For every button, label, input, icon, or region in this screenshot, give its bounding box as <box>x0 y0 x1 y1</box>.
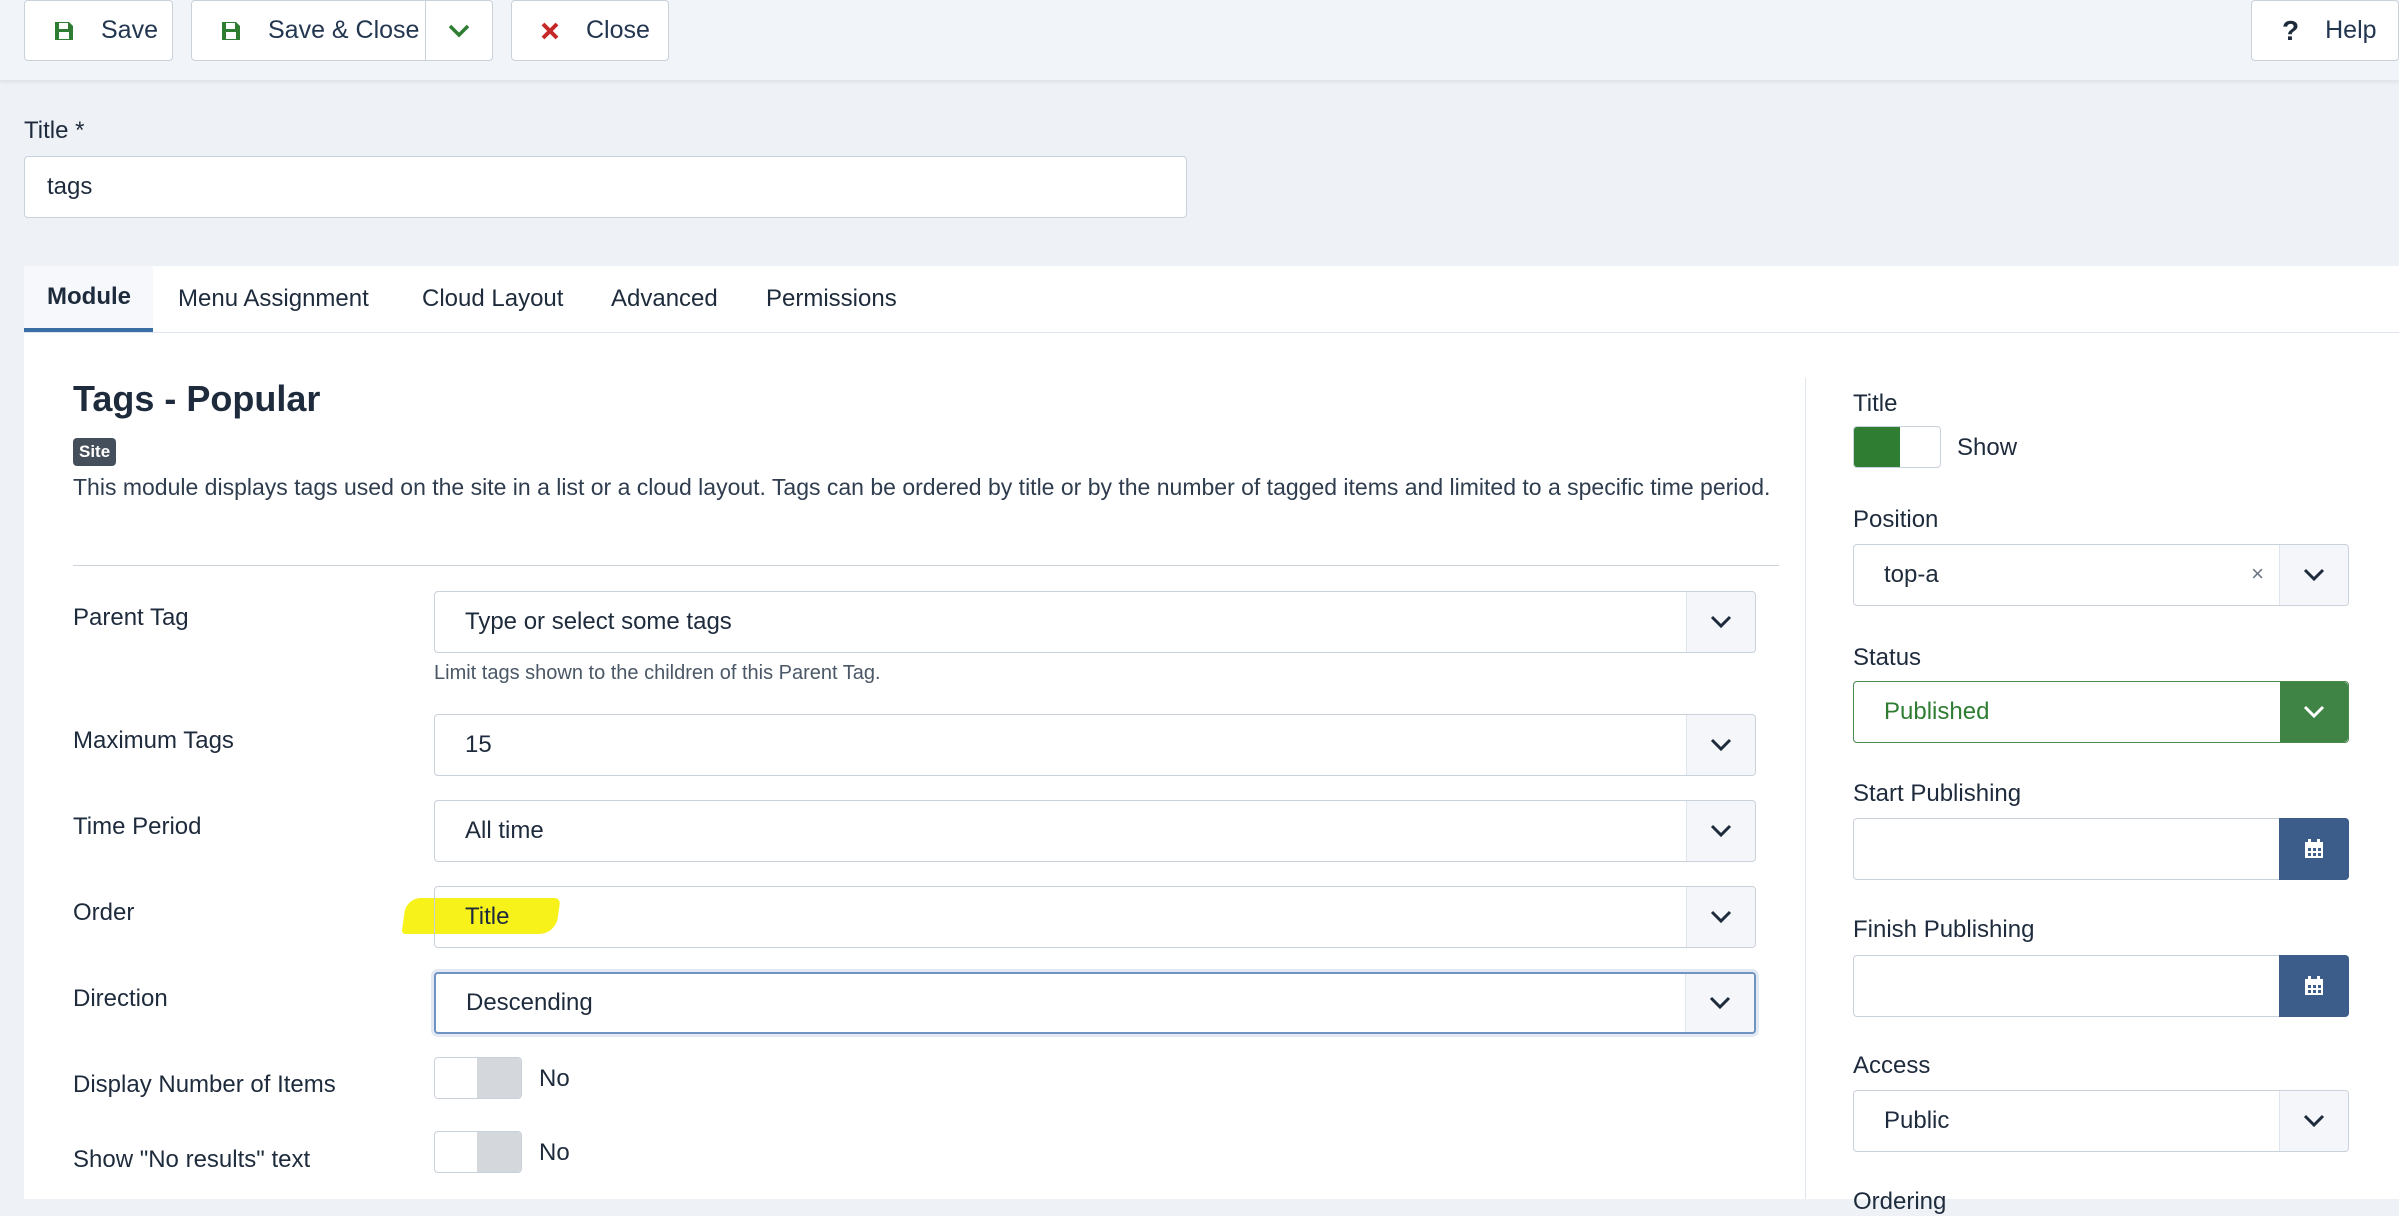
status-select[interactable]: Published <box>1853 681 2349 743</box>
save-close-button[interactable]: Save & Close <box>191 0 493 61</box>
position-label: Position <box>1853 506 1939 533</box>
access-value: Public <box>1884 1107 1950 1134</box>
calendar-icon[interactable] <box>2279 955 2349 1017</box>
toggle-knob <box>1854 427 1900 467</box>
tab-menu-assignment[interactable]: Menu Assignment <box>178 266 369 332</box>
save-icon <box>53 20 75 42</box>
order-value: Title <box>465 903 510 930</box>
position-select[interactable]: top-a × <box>1853 544 2349 606</box>
maximum-tags-value: 15 <box>465 731 492 758</box>
title-label: Title * <box>24 117 85 144</box>
time-period-value: All time <box>465 817 544 844</box>
chevron-down-icon <box>448 24 470 37</box>
finish-publishing-input[interactable] <box>1853 955 2349 1017</box>
parent-tag-label: Parent Tag <box>73 604 189 631</box>
status-value: Published <box>1884 698 1990 725</box>
order-select[interactable]: Title <box>434 886 1756 948</box>
tab-bar: Module Menu Assignment Cloud Layout Adva… <box>24 266 2399 333</box>
close-label: Close <box>586 16 650 44</box>
chevron-down-icon[interactable] <box>1686 887 1755 947</box>
tab-module[interactable]: Module <box>24 266 153 332</box>
access-label: Access <box>1853 1052 1931 1079</box>
save-options-dropdown[interactable] <box>426 1 492 60</box>
tab-advanced[interactable]: Advanced <box>611 266 718 332</box>
order-label: Order <box>73 899 135 926</box>
parent-tag-placeholder: Type or select some tags <box>465 608 732 635</box>
help-icon: ? <box>2282 14 2300 46</box>
parent-tag-hint: Limit tags shown to the children of this… <box>434 662 881 684</box>
chevron-down-icon[interactable] <box>1686 801 1755 861</box>
sidebar-divider <box>1805 378 1806 1199</box>
direction-label: Direction <box>73 985 168 1012</box>
show-title-state: Show <box>1957 434 2018 461</box>
start-publishing-input[interactable] <box>1853 818 2349 880</box>
display-number-label: Display Number of Items <box>73 1071 336 1098</box>
no-results-state: No <box>539 1139 570 1166</box>
chevron-down-icon[interactable] <box>1685 974 1754 1032</box>
save-label: Save <box>101 16 158 44</box>
toggle-knob <box>477 1058 521 1098</box>
start-publishing-label: Start Publishing <box>1853 780 2022 807</box>
save-icon <box>220 20 242 42</box>
tab-permissions[interactable]: Permissions <box>766 266 897 332</box>
toolbar: Save Save & Close Close ? Help <box>0 0 2399 81</box>
save-close-label: Save & Close <box>268 16 420 44</box>
divider <box>73 565 1779 566</box>
status-label: Status <box>1853 644 1922 671</box>
ordering-label: Ordering <box>1853 1188 1947 1215</box>
help-button[interactable]: ? Help <box>2251 0 2399 61</box>
chevron-down-icon[interactable] <box>2279 1091 2348 1151</box>
parent-tag-select[interactable]: Type or select some tags <box>434 591 1756 653</box>
position-value: top-a <box>1884 561 1939 588</box>
chevron-down-icon[interactable] <box>2280 682 2348 742</box>
access-select[interactable]: Public <box>1853 1090 2349 1152</box>
site-badge: Site <box>73 438 117 466</box>
direction-value: Descending <box>466 989 593 1016</box>
no-results-label: Show "No results" text <box>73 1146 311 1173</box>
maximum-tags-select[interactable]: 15 <box>434 714 1756 776</box>
tab-cloud-layout[interactable]: Cloud Layout <box>422 266 563 332</box>
clear-icon[interactable]: × <box>2251 561 2264 587</box>
display-number-toggle[interactable] <box>434 1057 522 1099</box>
finish-publishing-label: Finish Publishing <box>1853 916 2035 943</box>
chevron-down-icon[interactable] <box>2279 545 2348 605</box>
module-description: This module displays tags used on the si… <box>73 474 1771 500</box>
display-number-state: No <box>539 1065 570 1092</box>
direction-select[interactable]: Descending <box>434 972 1756 1034</box>
title-input[interactable] <box>24 156 1187 218</box>
chevron-down-icon[interactable] <box>1686 592 1755 652</box>
time-period-label: Time Period <box>73 813 202 840</box>
maximum-tags-label: Maximum Tags <box>73 727 234 754</box>
help-label: Help <box>2325 16 2377 44</box>
calendar-icon[interactable] <box>2279 818 2349 880</box>
save-button[interactable]: Save <box>24 0 173 61</box>
no-results-toggle[interactable] <box>434 1131 522 1173</box>
close-button[interactable]: Close <box>511 0 669 61</box>
module-heading: Tags - Popular <box>73 378 321 419</box>
toggle-knob <box>477 1132 521 1172</box>
show-title-toggle[interactable] <box>1853 426 1941 468</box>
close-icon <box>540 21 560 41</box>
sidebar-title-label: Title <box>1853 390 1898 417</box>
time-period-select[interactable]: All time <box>434 800 1756 862</box>
chevron-down-icon[interactable] <box>1686 715 1755 775</box>
module-card: Module Menu Assignment Cloud Layout Adva… <box>24 266 2399 1215</box>
